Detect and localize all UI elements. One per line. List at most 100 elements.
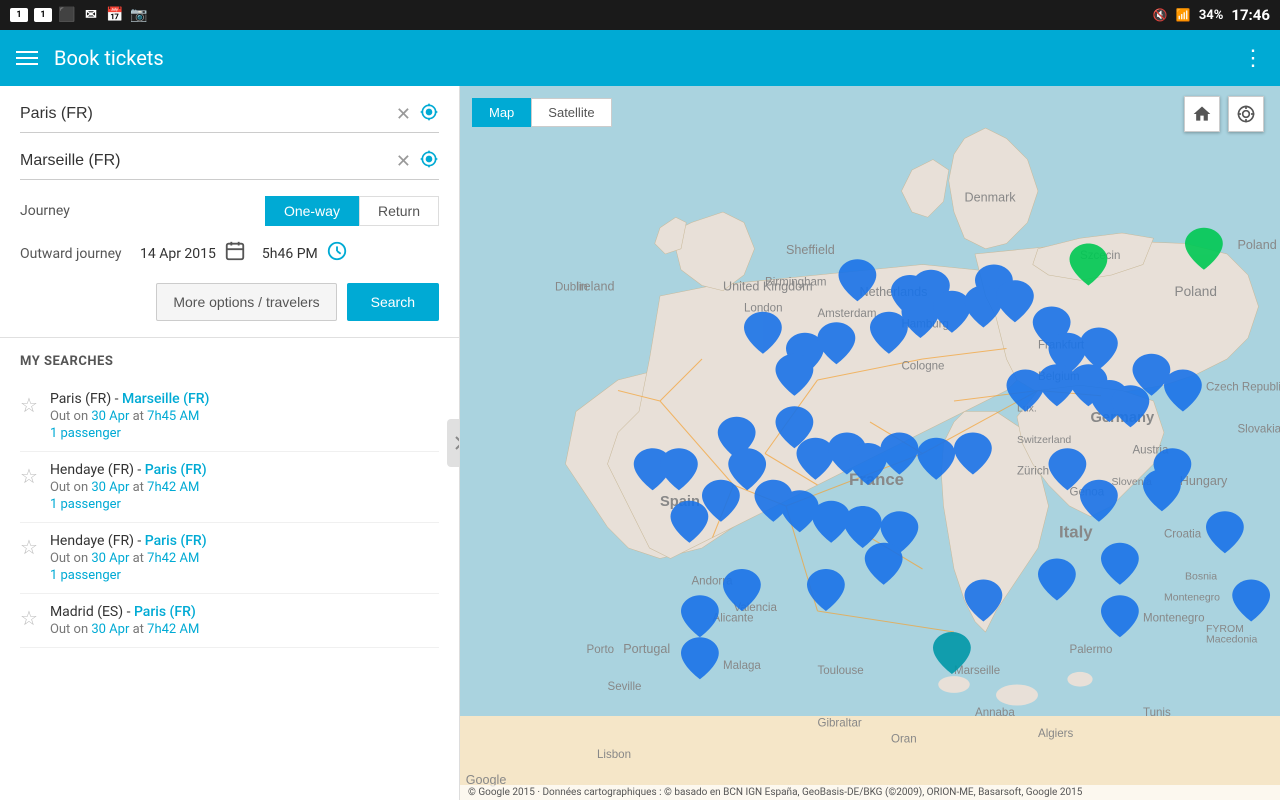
main-layout: ✕ ✕ Journey One-way Return: [0, 86, 1280, 800]
svg-text:Poland: Poland: [1238, 238, 1277, 252]
wifi-icon: 📶: [1176, 8, 1191, 22]
star-icon-1[interactable]: ☆: [20, 464, 38, 488]
calendar-icon[interactable]: [224, 240, 246, 267]
search-route-2: Hendaye (FR) - Paris (FR): [50, 533, 439, 549]
star-icon-0[interactable]: ☆: [20, 393, 38, 417]
origin-clear-button[interactable]: ✕: [396, 104, 411, 125]
search-item-content-2: Hendaye (FR) - Paris (FR) Out on 30 Apr …: [50, 533, 439, 583]
svg-text:Slovakia: Slovakia: [1238, 424, 1280, 436]
search-route-1: Hendaye (FR) - Paris (FR): [50, 462, 439, 478]
svg-text:Bosnia: Bosnia: [1185, 571, 1217, 583]
date-value: 14 Apr 2015: [140, 246, 216, 262]
svg-text:Malaga: Malaga: [723, 660, 761, 672]
search-item-1: ☆ Hendaye (FR) - Paris (FR) Out on 30 Ap…: [20, 452, 439, 523]
svg-text:Czech Republic: Czech Republic: [1206, 382, 1280, 394]
search-item-3: ☆ Madrid (ES) - Paris (FR) Out on 30 Apr…: [20, 594, 439, 648]
svg-text:Switzerland: Switzerland: [1017, 434, 1071, 446]
status-icon-2: 1: [34, 8, 52, 22]
svg-text:Seville: Seville: [608, 681, 642, 693]
search-item-content-3: Madrid (ES) - Paris (FR) Out on 30 Apr a…: [50, 604, 439, 637]
destination-input[interactable]: [20, 152, 396, 170]
my-searches-section: MY SEARCHES ☆ Paris (FR) - Marseille (FR…: [0, 338, 459, 664]
svg-text:Croatia: Croatia: [1164, 529, 1202, 541]
panel-collapse-arrow[interactable]: [447, 419, 460, 467]
search-item-content-0: Paris (FR) - Marseille (FR) Out on 30 Ap…: [50, 391, 439, 441]
origin-input-row: ✕: [20, 102, 439, 133]
journey-toggle-group: One-way Return: [265, 196, 439, 226]
status-bar-right: 🔇 📶 34% 17:46: [1153, 6, 1270, 24]
app-bar-left: Book tickets: [16, 46, 164, 70]
my-searches-title: MY SEARCHES: [20, 354, 439, 369]
app-bar: Book tickets ⋮: [0, 30, 1280, 86]
destination-location-button[interactable]: [419, 149, 439, 173]
map-panel[interactable]: France Germany Italy Spain Poland Hungar…: [460, 86, 1280, 800]
search-item-content-1: Hendaye (FR) - Paris (FR) Out on 30 Apr …: [50, 462, 439, 512]
status-bar-left: 1 1 ⬛ ✉ 📅 📷: [10, 8, 148, 22]
status-icon-1: 1: [10, 8, 28, 22]
svg-text:Montenegro: Montenegro: [1164, 592, 1220, 604]
outward-row: Outward journey 14 Apr 2015 5h46 PM: [20, 240, 439, 267]
destination-input-row: ✕: [20, 149, 439, 180]
origin-location-button[interactable]: [419, 102, 439, 126]
map-location-button[interactable]: [1228, 96, 1264, 132]
svg-text:Algiers: Algiers: [1038, 728, 1073, 740]
svg-text:Gibraltar: Gibraltar: [818, 718, 862, 730]
search-detail-0: Out on 30 Apr at 7h45 AM: [50, 409, 439, 424]
map-attribution: © Google 2015 · Données cartographiques …: [460, 785, 1280, 800]
status-icon-6: 📷: [130, 8, 148, 22]
star-icon-2[interactable]: ☆: [20, 535, 38, 559]
search-passengers-0: 1 passenger: [50, 426, 439, 441]
map-tab-map[interactable]: Map: [472, 98, 531, 127]
star-icon-3[interactable]: ☆: [20, 606, 38, 630]
svg-text:Macedonia: Macedonia: [1206, 634, 1258, 646]
svg-text:Tunis: Tunis: [1143, 707, 1171, 719]
svg-text:Italy: Italy: [1059, 523, 1093, 542]
status-icon-5: 📅: [106, 8, 124, 22]
search-item-0: ☆ Paris (FR) - Marseille (FR) Out on 30 …: [20, 381, 439, 452]
svg-text:Amsterdam: Amsterdam: [818, 308, 877, 320]
map-home-button[interactable]: [1184, 96, 1220, 132]
time-display: 17:46: [1231, 6, 1270, 24]
journey-label: Journey: [20, 203, 70, 219]
svg-text:Hungary: Hungary: [1180, 474, 1228, 488]
destination-clear-button[interactable]: ✕: [396, 151, 411, 172]
origin-input[interactable]: [20, 105, 396, 123]
one-way-button[interactable]: One-way: [265, 196, 359, 226]
more-options-icon[interactable]: ⋮: [1242, 46, 1264, 71]
search-button[interactable]: Search: [347, 283, 439, 321]
svg-text:Portugal: Portugal: [623, 642, 670, 656]
hamburger-menu[interactable]: [16, 51, 38, 65]
svg-text:Toulouse: Toulouse: [818, 665, 864, 677]
map-tab-satellite[interactable]: Satellite: [531, 98, 611, 127]
search-route-3: Madrid (ES) - Paris (FR): [50, 604, 439, 620]
svg-text:FYROM: FYROM: [1206, 623, 1244, 635]
time-value: 5h46 PM: [262, 246, 318, 262]
search-item-2: ☆ Hendaye (FR) - Paris (FR) Out on 30 Ap…: [20, 523, 439, 594]
svg-text:Lisbon: Lisbon: [597, 749, 631, 761]
mute-icon: 🔇: [1153, 8, 1168, 22]
time-icon[interactable]: [326, 240, 348, 267]
svg-text:Marseille: Marseille: [954, 665, 1000, 677]
svg-text:Porto: Porto: [587, 644, 615, 656]
svg-text:Palermo: Palermo: [1070, 644, 1113, 656]
status-icon-4: ✉: [82, 8, 100, 22]
svg-text:Annaba: Annaba: [975, 707, 1015, 719]
search-route-0: Paris (FR) - Marseille (FR): [50, 391, 439, 407]
svg-text:Oran: Oran: [891, 733, 917, 745]
app-title: Book tickets: [54, 46, 164, 70]
svg-text:Montenegro: Montenegro: [1143, 613, 1205, 625]
search-passengers-1: 1 passenger: [50, 497, 439, 512]
search-detail-2: Out on 30 Apr at 7h42 AM: [50, 551, 439, 566]
svg-text:Dublin: Dublin: [555, 282, 588, 294]
action-row: More options / travelers Search: [20, 283, 439, 321]
outward-label: Outward journey: [20, 246, 140, 262]
search-detail-3: Out on 30 Apr at 7h42 AM: [50, 622, 439, 637]
status-bar: 1 1 ⬛ ✉ 📅 📷 🔇 📶 34% 17:46: [0, 0, 1280, 30]
journey-row: Journey One-way Return: [20, 196, 439, 226]
left-panel: ✕ ✕ Journey One-way Return: [0, 86, 460, 800]
return-button[interactable]: Return: [359, 196, 439, 226]
svg-text:Poland: Poland: [1175, 284, 1217, 299]
map-tabs: Map Satellite: [472, 98, 612, 127]
more-options-button[interactable]: More options / travelers: [156, 283, 336, 321]
svg-text:Birmingham: Birmingham: [765, 277, 827, 289]
